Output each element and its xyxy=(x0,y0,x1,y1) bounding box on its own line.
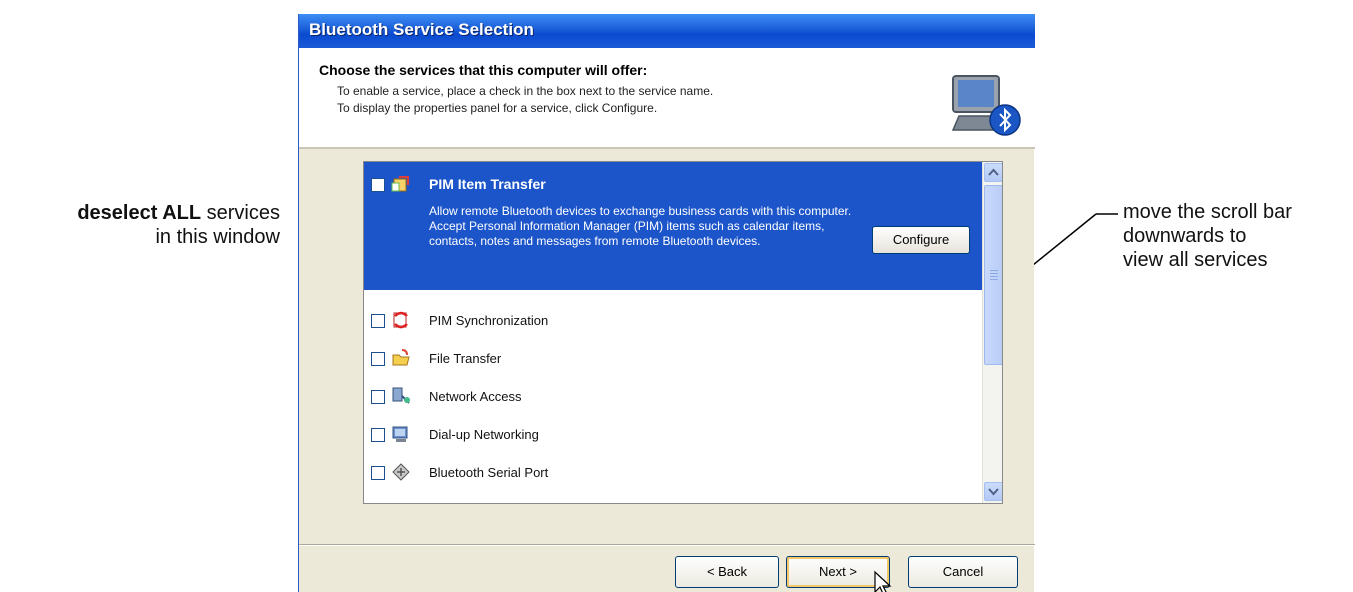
service-label: File Transfer xyxy=(429,351,502,366)
annotation-deselect-rest: services xyxy=(201,202,280,224)
service-item-pim-synchronization[interactable]: PIM Synchronization xyxy=(364,302,982,340)
chevron-down-icon xyxy=(988,488,999,496)
header-title: Choose the services that this computer w… xyxy=(319,62,648,78)
footer-separator xyxy=(299,544,1035,546)
annotation-scroll-line1: move the scroll bar xyxy=(1123,201,1292,223)
folder-transfer-icon xyxy=(392,349,410,366)
service-list-scrollbar[interactable] xyxy=(982,162,1002,503)
checkbox-pim-item-transfer[interactable] xyxy=(371,178,385,192)
checkbox-network-access[interactable] xyxy=(371,390,385,404)
pim-sync-icon xyxy=(393,311,408,329)
header-panel: Choose the services that this computer w… xyxy=(299,48,1035,149)
grip-line xyxy=(990,273,998,274)
service-list[interactable]: PIM Item Transfer Allow remote Bluetooth… xyxy=(363,161,1003,504)
checkbox-bluetooth-serial-port[interactable] xyxy=(371,466,385,480)
scroll-down-button[interactable] xyxy=(984,482,1002,501)
computer-bluetooth-icon xyxy=(951,75,1021,136)
header-instruction-1: To enable a service, place a check in th… xyxy=(337,84,714,98)
service-title-pim-item-transfer: PIM Item Transfer xyxy=(429,176,546,192)
service-label: Bluetooth Serial Port xyxy=(429,465,549,480)
pim-transfer-icon xyxy=(391,176,409,192)
service-item-file-transfer[interactable]: File Transfer xyxy=(364,340,982,378)
bluetooth-service-dialog: Bluetooth Service Selection Choose the s… xyxy=(298,14,1035,592)
network-access-icon xyxy=(392,387,410,404)
service-label: Network Access xyxy=(429,389,522,404)
annotation-scroll-hint: move the scroll bar downwards to view al… xyxy=(1123,200,1353,272)
annotation-deselect-all: deselect ALL services in this window xyxy=(60,201,280,249)
title-bar[interactable]: Bluetooth Service Selection xyxy=(299,14,1035,48)
service-item-dial-up-networking[interactable]: Dial-up Networking xyxy=(364,416,982,454)
serial-port-icon xyxy=(392,463,410,481)
service-item-network-access[interactable]: Network Access xyxy=(364,378,982,416)
service-item-pim-item-transfer[interactable]: PIM Item Transfer Allow remote Bluetooth… xyxy=(364,162,982,290)
chevron-up-icon xyxy=(988,168,999,176)
checkbox-pim-synchronization[interactable] xyxy=(371,314,385,328)
header-instruction-2: To display the properties panel for a se… xyxy=(337,101,658,115)
service-label: Dial-up Networking xyxy=(429,427,539,442)
configure-button[interactable]: Configure xyxy=(872,226,970,254)
service-item-bluetooth-serial-port[interactable]: Bluetooth Serial Port xyxy=(364,454,982,492)
annotation-deselect-bold: deselect ALL xyxy=(77,202,202,224)
checkbox-dial-up-networking[interactable] xyxy=(371,428,385,442)
annotation-deselect-line2: in this window xyxy=(155,226,280,248)
dial-up-icon xyxy=(392,426,408,442)
back-button[interactable]: < Back xyxy=(675,556,779,588)
mouse-cursor-icon xyxy=(874,570,892,592)
annotation-scroll-line2: downwards to xyxy=(1123,225,1247,247)
annotation-scroll-line3: view all services xyxy=(1123,249,1268,271)
cancel-button[interactable]: Cancel xyxy=(908,556,1018,588)
service-label: PIM Synchronization xyxy=(429,313,549,328)
window-title: Bluetooth Service Selection xyxy=(309,20,534,39)
scroll-thumb[interactable] xyxy=(984,185,1002,365)
grip-line xyxy=(990,270,998,271)
checkbox-file-transfer[interactable] xyxy=(371,352,385,366)
scroll-up-button[interactable] xyxy=(984,163,1002,182)
grip-line xyxy=(990,279,998,280)
grip-line xyxy=(990,276,998,277)
service-description: Allow remote Bluetooth devices to exchan… xyxy=(429,204,852,248)
